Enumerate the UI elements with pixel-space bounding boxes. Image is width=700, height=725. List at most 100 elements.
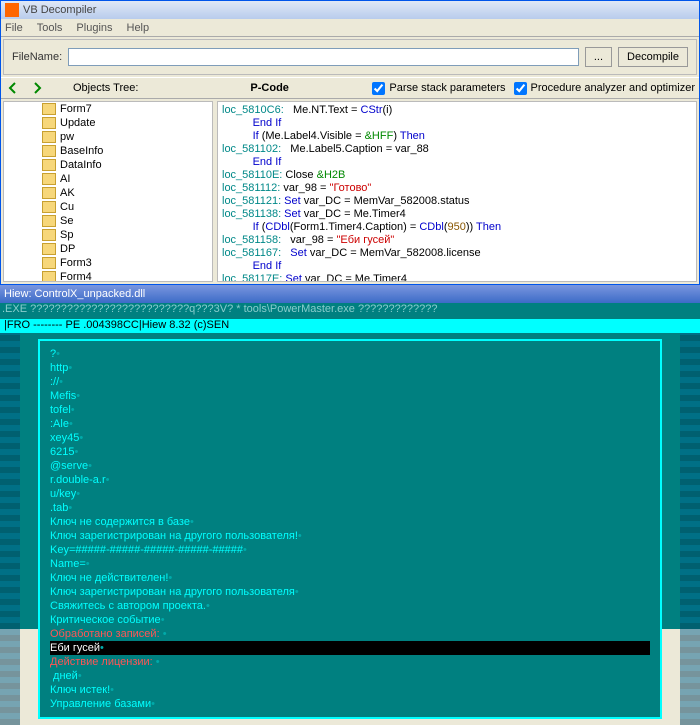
- hiew-status-left: .EXE ??????????????????????????q???3V? *…: [2, 303, 437, 319]
- folder-icon: [42, 117, 56, 129]
- hiew-line[interactable]: Еби гусей: [50, 641, 650, 655]
- menu-plugins[interactable]: Plugins: [76, 22, 112, 34]
- folder-icon: [42, 201, 56, 213]
- main-area: Form7 Update pwBaseInfoDataInfo AI AK Cu Se Sp D…: [1, 99, 699, 284]
- hiew-margin-right: [680, 333, 700, 725]
- folder-icon: [42, 257, 56, 269]
- objects-tree[interactable]: Form7 Update pwBaseInfoDataInfo AI AK Cu Se Sp D…: [3, 101, 213, 282]
- hiew-line[interactable]: Свяжитесь с автором проекта.: [50, 599, 650, 613]
- nav-forward-icon[interactable]: [29, 80, 45, 96]
- tree-item-label: DataInfo: [60, 159, 102, 171]
- tree-item-label: Cu: [60, 201, 74, 213]
- hiew-window: Hiew: ControlX_unpacked.dll .EXE ???????…: [0, 285, 700, 629]
- toolbar: Objects Tree: P-Code Parse stack paramet…: [1, 77, 699, 99]
- hiew-line[interactable]: :Ale: [50, 417, 650, 431]
- hiew-line[interactable]: ?: [50, 347, 650, 361]
- titlebar[interactable]: VB Decompiler: [1, 1, 699, 19]
- tree-item-label: Form7: [60, 103, 92, 115]
- filename-label: FileName:: [12, 51, 62, 63]
- folder-icon: [42, 243, 56, 255]
- tree-item[interactable]: Sp: [4, 228, 212, 242]
- hiew-line[interactable]: Ключ истек!: [50, 683, 650, 697]
- tree-item[interactable]: DP: [4, 242, 212, 256]
- hiew-line[interactable]: r.double-a.r: [50, 473, 650, 487]
- hiew-line[interactable]: Обработано записей:: [50, 627, 650, 641]
- code-panel[interactable]: loc_5810C6: Me.NT.Text = CStr(i) End If …: [217, 101, 697, 282]
- hiew-line[interactable]: http: [50, 361, 650, 375]
- hiew-line[interactable]: tofel: [50, 403, 650, 417]
- folder-icon: [42, 215, 56, 227]
- hiew-body: ?http://Mefistofel:Alexey456215@server.d…: [0, 333, 700, 725]
- code-content: loc_5810C6: Me.NT.Text = CStr(i) End If …: [218, 102, 696, 282]
- hiew-line[interactable]: .tab: [50, 501, 650, 515]
- tree-label: Objects Tree:: [73, 82, 138, 94]
- hiew-line[interactable]: xey45: [50, 431, 650, 445]
- folder-icon: [42, 229, 56, 241]
- hiew-line[interactable]: Ключ не содержится в базе: [50, 515, 650, 529]
- hiew-line[interactable]: Key=#####-#####-#####-#####-#####: [50, 543, 650, 557]
- hiew-header: |FRO -------- PE .004398CC|Hiew 8.32 (c)…: [0, 319, 700, 333]
- tree-item-label: Se: [60, 215, 73, 227]
- folder-icon: [42, 131, 56, 143]
- tree-item[interactable]: Form7: [4, 102, 212, 116]
- hiew-line[interactable]: ://: [50, 375, 650, 389]
- tree-item-label: AI: [60, 173, 70, 185]
- tree-item[interactable]: Se: [4, 214, 212, 228]
- hiew-status: .EXE ??????????????????????????q???3V? *…: [0, 303, 700, 319]
- hiew-line[interactable]: Действие лицензии:: [50, 655, 650, 669]
- tree-item[interactable]: DataInfo: [4, 158, 212, 172]
- hiew-title: Hiew: ControlX_unpacked.dll: [4, 288, 145, 300]
- window-title: VB Decompiler: [23, 4, 96, 16]
- decompile-button[interactable]: Decompile: [618, 47, 688, 67]
- tree-item-label: Update: [60, 117, 95, 129]
- menu-help[interactable]: Help: [127, 22, 150, 34]
- hiew-line[interactable]: Критическое событие: [50, 613, 650, 627]
- folder-icon: [42, 145, 56, 157]
- hiew-line[interactable]: Управление базами: [50, 697, 650, 711]
- chk-proc-box[interactable]: [514, 82, 527, 95]
- folder-icon: [42, 271, 56, 282]
- tree-item[interactable]: Update: [4, 116, 212, 130]
- pcode-label: P-Code: [250, 82, 289, 94]
- tree-item[interactable]: AI: [4, 172, 212, 186]
- hiew-line[interactable]: Ключ зарегистрирован на другого пользова…: [50, 585, 650, 599]
- hiew-line[interactable]: Name=: [50, 557, 650, 571]
- tree-item[interactable]: pw: [4, 130, 212, 144]
- hiew-line[interactable]: @serve: [50, 459, 650, 473]
- hiew-line[interactable]: дней: [50, 669, 650, 683]
- filename-row: FileName: ... Decompile: [3, 39, 697, 75]
- menu-tools[interactable]: Tools: [37, 22, 63, 34]
- hiew-content[interactable]: ?http://Mefistofel:Alexey456215@server.d…: [38, 339, 662, 719]
- tree-item[interactable]: Form4: [4, 270, 212, 282]
- filename-input[interactable]: [68, 48, 579, 66]
- hiew-titlebar[interactable]: Hiew: ControlX_unpacked.dll: [0, 285, 700, 303]
- menu-file[interactable]: File: [5, 22, 23, 34]
- tree-item-label: Form3: [60, 257, 92, 269]
- folder-icon: [42, 187, 56, 199]
- hiew-line[interactable]: u/key: [50, 487, 650, 501]
- folder-icon: [42, 103, 56, 115]
- tree-item-label: pw: [60, 131, 74, 143]
- tree-item-label: DP: [60, 243, 75, 255]
- nav-back-icon[interactable]: [5, 80, 21, 96]
- hiew-line[interactable]: 6215: [50, 445, 650, 459]
- tree-item-label: Form4: [60, 271, 92, 282]
- browse-button[interactable]: ...: [585, 47, 612, 67]
- hiew-line[interactable]: Mefis: [50, 389, 650, 403]
- menubar: File Tools Plugins Help: [1, 19, 699, 37]
- tree-item[interactable]: Form3: [4, 256, 212, 270]
- tree-item[interactable]: BaseInfo: [4, 144, 212, 158]
- chk-parse-box[interactable]: [372, 82, 385, 95]
- app-icon: [5, 3, 19, 17]
- folder-icon: [42, 173, 56, 185]
- tree-item[interactable]: AK: [4, 186, 212, 200]
- tree-item-label: AK: [60, 187, 75, 199]
- hiew-line[interactable]: Ключ зарегистрирован на другого пользова…: [50, 529, 650, 543]
- tree-item[interactable]: Cu: [4, 200, 212, 214]
- chk-parse[interactable]: Parse stack parameters: [372, 82, 505, 95]
- chk-proc[interactable]: Procedure analyzer and optimizer: [514, 82, 695, 95]
- vb-decompiler-window: VB Decompiler File Tools Plugins Help Fi…: [0, 0, 700, 285]
- folder-icon: [42, 159, 56, 171]
- tree-item-label: Sp: [60, 229, 73, 241]
- hiew-line[interactable]: Ключ не действителен!: [50, 571, 650, 585]
